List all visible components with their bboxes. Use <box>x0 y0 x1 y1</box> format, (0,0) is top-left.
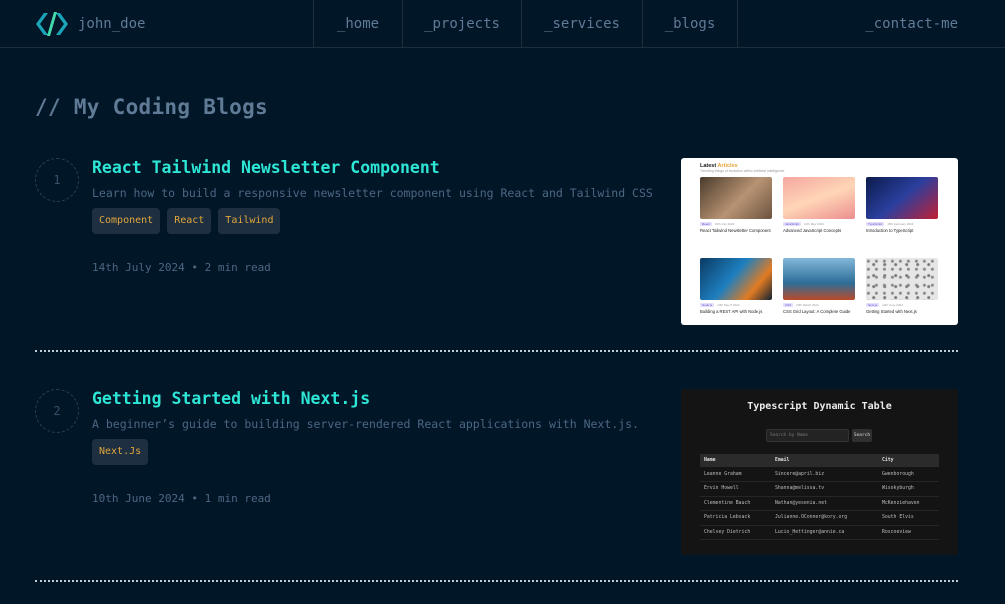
thumbnail-table-title: Typescript Dynamic Table <box>747 401 892 412</box>
thumbnail-subheading: Trending things of evolution within Arti… <box>700 169 785 173</box>
blog-entry: 2 Getting Started with Next.js A beginne… <box>35 389 958 582</box>
table-cell: Chelsey Dietrich <box>700 525 771 540</box>
article-image <box>700 177 772 219</box>
table-cell: Patricia Lebsack <box>700 510 771 526</box>
article-date: 20th March 2024 <box>796 303 819 307</box>
tag-list: Next.Js <box>92 439 149 465</box>
nav-blogs-link[interactable]: _blogs <box>642 0 738 47</box>
thumbnail-search-input: Search by Name <box>766 429 849 442</box>
dotted-divider <box>35 580 958 582</box>
article-caption: Building a REST API with Node.js <box>700 309 763 314</box>
blog-number-badge: 1 <box>35 158 79 202</box>
article-card: Node.js 10th May 8 2024 Building a REST A… <box>700 258 772 335</box>
table-row: Clementine Bauch Nathan@yesenia.net McKe… <box>700 496 939 511</box>
nav-services-link[interactable]: _services <box>521 0 642 47</box>
blog-title-link[interactable]: React Tailwind Newsletter Component <box>92 158 440 177</box>
article-badge: TypeScript <box>866 222 885 226</box>
table-row: Ervin Howell Shanna@melissa.tv Wisokybur… <box>700 481 939 497</box>
table-cell: Nathan@yesenia.net <box>771 496 878 511</box>
table-cell: Ervin Howell <box>700 481 771 497</box>
article-date: 10th June 2024 <box>882 303 903 307</box>
table-cell: South Elvis <box>878 510 939 526</box>
nav-contact-link[interactable]: _contact-me <box>865 0 1005 47</box>
article-date: 15th February 2024 <box>887 222 914 226</box>
tag-component[interactable]: Component <box>92 208 161 234</box>
thumbnail-data-table: Name Email City Leanne Graham Sincere@ap… <box>700 454 939 540</box>
column-header: Email <box>771 454 878 467</box>
top-nav-bar: john_doe _home _projects _services _blog… <box>0 0 1005 48</box>
article-card: TypeScript 15th February 2024 Introductio… <box>866 177 938 254</box>
article-badge: JavaScript <box>783 222 802 226</box>
table-cell: Lucio_Hettinger@annie.ca <box>771 525 878 540</box>
article-caption: Getting Started with Next.js <box>866 309 917 314</box>
article-caption: React Tailwind Newsletter Component <box>700 228 771 233</box>
article-image <box>700 258 772 300</box>
blog-description: A beginner’s guide to building server-re… <box>92 417 639 431</box>
table-cell: Shanna@melissa.tv <box>771 481 878 497</box>
nav-home-link[interactable]: _home <box>313 0 402 47</box>
page-title: // My Coding Blogs <box>35 95 268 119</box>
brand-name: john_doe <box>78 15 146 32</box>
table-row: Patricia Lebsack Julianne.OConner@kory.o… <box>700 510 939 526</box>
table-cell: Gwenborough <box>878 467 939 482</box>
column-header: City <box>878 454 939 467</box>
code-brackets-logo-icon <box>36 11 68 36</box>
article-card: React 15th July 2024 React Tailwind Newsl… <box>700 177 772 254</box>
blog-thumbnail[interactable]: Latest Articles Trending things of evolu… <box>681 158 958 325</box>
article-date: 10th May 2024 <box>804 222 824 226</box>
blog-meta: 10th June 2024 • 1 min read <box>92 492 271 505</box>
nav-projects-link[interactable]: _projects <box>402 0 521 47</box>
tag-list: Component React Tailwind <box>92 208 281 234</box>
table-row: Leanne Graham Sincere@april.biz Gwenboro… <box>700 467 939 482</box>
table-cell: Sincere@april.biz <box>771 467 878 482</box>
article-date: 15th July 2024 <box>714 222 735 226</box>
blog-meta: 14th July 2024 • 2 min read <box>92 261 271 274</box>
article-date: 10th May 8 2024 <box>717 303 740 307</box>
article-badge: React <box>700 222 712 226</box>
table-header-row: Name Email City <box>700 454 939 467</box>
brand[interactable]: john_doe <box>0 0 313 47</box>
article-card: Next.js 10th June 2024 Getting Started wi… <box>866 258 938 335</box>
table-cell: Roscoeview <box>878 525 939 540</box>
blog-thumbnail[interactable]: Typescript Dynamic Table Search by Name … <box>681 389 958 555</box>
tag-tailwind[interactable]: Tailwind <box>218 208 281 234</box>
blog-entry: 1 React Tailwind Newsletter Component Le… <box>35 158 958 352</box>
table-row: Chelsey Dietrich Lucio_Hettinger@annie.c… <box>700 525 939 540</box>
article-badge: CSS <box>783 303 794 307</box>
table-cell: Julianne.OConner@kory.org <box>771 510 878 526</box>
article-card: JavaScript 10th May 2024 Advanced JavaScr… <box>783 177 855 254</box>
article-image <box>783 258 855 300</box>
article-caption: Advanced JavaScript Concepts <box>783 228 842 233</box>
article-image <box>866 258 938 300</box>
article-caption: CSS Grid Layout: A Complete Guide <box>783 309 851 314</box>
thumbnail-article-grid: React 15th July 2024 React Tailwind Newsl… <box>700 177 939 335</box>
article-image <box>783 177 855 219</box>
column-header: Name <box>700 454 771 467</box>
tag-react[interactable]: React <box>167 208 212 234</box>
blog-description: Learn how to build a responsive newslett… <box>92 186 653 200</box>
table-cell: Wisokyburgh <box>878 481 939 497</box>
table-cell: Leanne Graham <box>700 467 771 482</box>
article-badge: Next.js <box>866 303 880 307</box>
blog-title-link[interactable]: Getting Started with Next.js <box>92 389 370 408</box>
thumbnail-search-button: Search <box>852 429 872 442</box>
tag-nextjs[interactable]: Next.Js <box>92 439 149 465</box>
table-cell: Clementine Bauch <box>700 496 771 511</box>
article-image <box>866 177 938 219</box>
table-cell: McKenziehaven <box>878 496 939 511</box>
dotted-divider <box>35 350 958 352</box>
article-caption: Introduction to TypeScript <box>866 228 914 233</box>
article-card: CSS 20th March 2024 CSS Grid Layout: A Co… <box>783 258 855 335</box>
article-badge: Node.js <box>700 303 715 307</box>
blog-number-badge: 2 <box>35 389 79 433</box>
